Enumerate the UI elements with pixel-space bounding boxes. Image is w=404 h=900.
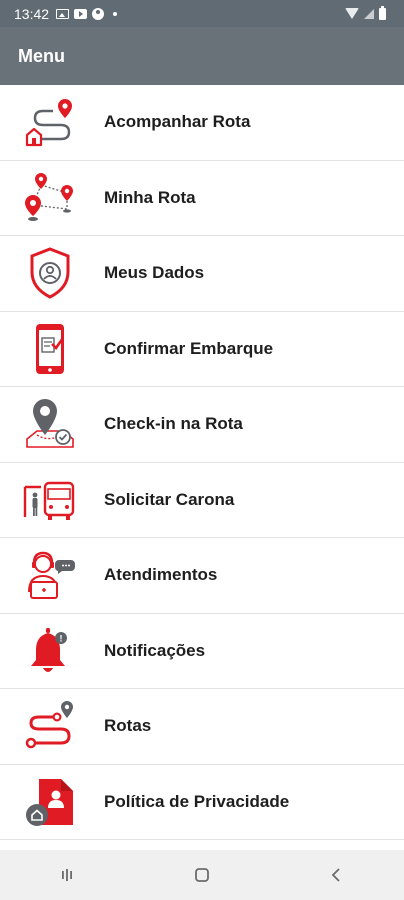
home-button[interactable] bbox=[182, 855, 222, 895]
menu-item-label: Rotas bbox=[104, 716, 152, 736]
menu-item-politica-de-privacidade[interactable]: Política de Privacidade bbox=[0, 764, 404, 840]
privacy-document-icon bbox=[26, 778, 73, 826]
status-bar: 13:42 bbox=[0, 0, 404, 27]
user-shield-icon bbox=[30, 247, 70, 299]
recent-apps-button[interactable] bbox=[47, 855, 87, 895]
youtube-icon bbox=[74, 8, 88, 19]
map-pins-route-icon bbox=[25, 172, 73, 221]
signal-icon bbox=[364, 8, 374, 19]
bell-icon: ! bbox=[31, 627, 67, 672]
system-nav-bar bbox=[0, 850, 404, 900]
menu-item-label: Solicitar Carona bbox=[104, 489, 235, 509]
menu-item-minha-rota[interactable]: Minha Rota bbox=[0, 160, 404, 236]
recent-apps-icon bbox=[62, 869, 73, 881]
battery-icon bbox=[379, 5, 386, 20]
route-tracking-icon bbox=[25, 99, 72, 147]
menu-item-label: Notificações bbox=[104, 640, 206, 660]
back-button[interactable] bbox=[317, 855, 357, 895]
back-icon bbox=[331, 868, 340, 882]
support-agent-icon bbox=[28, 552, 75, 600]
menu-list: Acompanhar Rota Minha Rota Meus Dados Co… bbox=[0, 85, 404, 840]
menu-item-acompanhar-rota[interactable]: Acompanhar Rota bbox=[0, 85, 404, 161]
dot-icon bbox=[113, 11, 118, 16]
menu-item-label: Minha Rota bbox=[104, 187, 196, 207]
menu-item-check-in-na-rota[interactable]: Check-in na Rota bbox=[0, 387, 404, 463]
menu-item-label: Check-in na Rota bbox=[104, 414, 243, 434]
menu-item-label: Confirmar Embarque bbox=[104, 338, 274, 358]
home-icon bbox=[195, 868, 209, 882]
image-icon bbox=[56, 8, 70, 19]
menu-item-solicitar-carona[interactable]: Solicitar Carona bbox=[0, 462, 404, 538]
routes-icon bbox=[25, 701, 73, 749]
menu-item-notificacoes[interactable]: ! Notificações bbox=[0, 613, 404, 689]
menu-item-confirmar-embarque[interactable]: Confirmar Embarque bbox=[0, 311, 404, 387]
menu-item-label: Meus Dados bbox=[104, 263, 205, 283]
svg-text:!: ! bbox=[60, 633, 63, 643]
account-icon bbox=[92, 7, 105, 20]
status-time: 13:42 bbox=[14, 5, 50, 22]
page-title: Menu bbox=[18, 45, 65, 66]
menu-item-meus-dados[interactable]: Meus Dados bbox=[0, 236, 404, 312]
menu-item-label: Política de Privacidade bbox=[104, 791, 290, 811]
menu-item-label: Acompanhar Rota bbox=[104, 112, 251, 132]
menu-item-atendimentos[interactable]: Atendimentos bbox=[0, 538, 404, 614]
bus-stop-icon bbox=[23, 481, 75, 520]
wifi-icon bbox=[345, 8, 359, 19]
menu-item-rotas[interactable]: Rotas bbox=[0, 689, 404, 765]
phone-check-icon bbox=[36, 323, 65, 374]
menu-item-label: Atendimentos bbox=[104, 565, 218, 585]
app-bar: Menu bbox=[0, 27, 404, 85]
location-check-icon bbox=[26, 399, 74, 449]
